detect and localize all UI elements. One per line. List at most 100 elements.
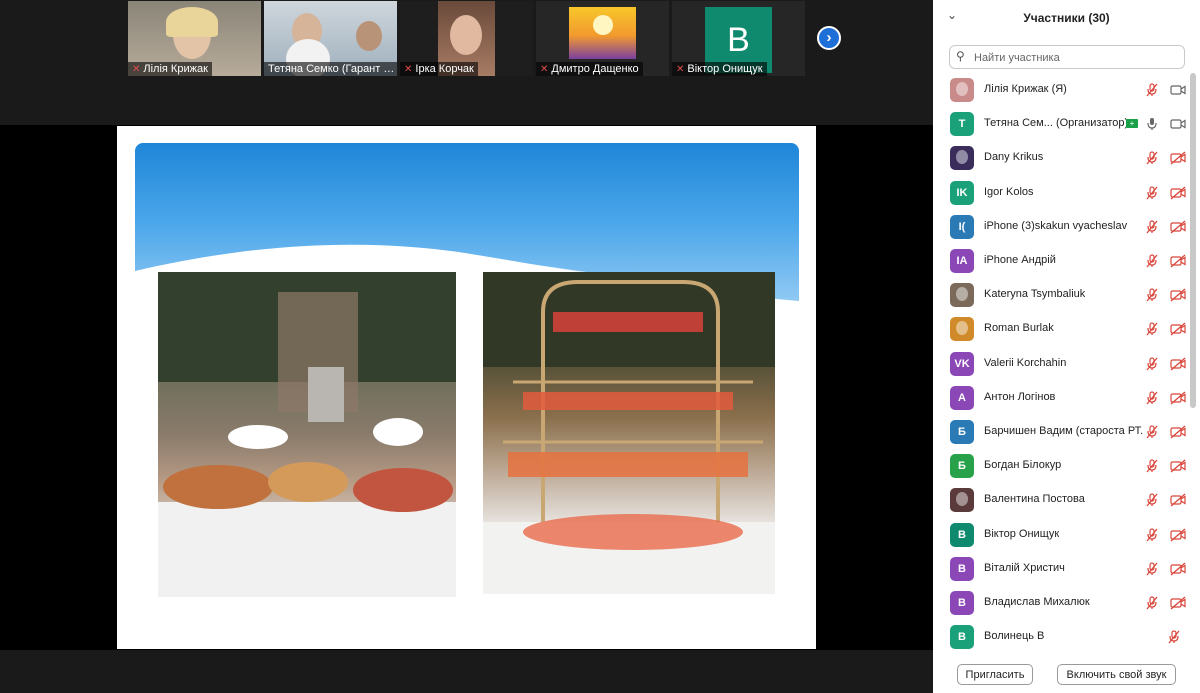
mic-muted-icon[interactable] — [1145, 596, 1159, 610]
mic-muted-icon[interactable] — [1145, 562, 1159, 576]
participant-name-text: iPhone Андрій — [984, 254, 1056, 266]
participant-row[interactable]: I( iPhone (3)skakun vyacheslav — [933, 210, 1188, 244]
participant-row[interactable]: Лілія Крижак (Я) — [933, 73, 1188, 107]
participant-name-text: Kateryna Tsymbaliuk — [984, 288, 1086, 301]
video-tile-4[interactable]: ✕ Дмитро Дащенко — [536, 1, 669, 76]
participant-row[interactable]: Dany Krikus — [933, 141, 1188, 175]
participant-avatar: Б — [950, 420, 974, 444]
mic-icon[interactable] — [1145, 117, 1159, 131]
participant-row[interactable]: IA iPhone Андрій — [933, 244, 1188, 278]
participant-row[interactable]: Т Тетяна Сем... (Организатор) + — [933, 107, 1188, 141]
next-page-button[interactable]: › — [817, 26, 841, 50]
mic-muted-icon[interactable] — [1145, 425, 1159, 439]
camera-off-icon[interactable] — [1170, 151, 1186, 165]
participant-name-text: Віктор Онищук — [984, 527, 1060, 540]
participant-row[interactable]: Kateryna Tsymbaliuk — [933, 278, 1188, 312]
participant-avatar — [950, 78, 974, 102]
participant-name: Dany Krikus — [984, 151, 1043, 163]
search-input[interactable] — [972, 48, 1181, 68]
mic-muted-icon[interactable] — [1145, 322, 1159, 336]
photo-content — [483, 272, 775, 594]
camera-off-icon[interactable] — [1170, 562, 1186, 576]
participant-avatar — [950, 488, 974, 513]
mic-muted-icon: ✕ — [540, 64, 549, 75]
participant-name: Тетяна Сем... (Организатор) — [984, 117, 1128, 129]
main-video-area: ✕Лілія Крижак Тетяна Семко (Гарант ОП ..… — [0, 0, 933, 693]
video-tile-2[interactable]: Тетяна Семко (Гарант ОП ... — [264, 1, 397, 76]
camera-icon[interactable] — [1170, 83, 1186, 97]
participant-row[interactable]: Б Богдан Білокур — [933, 449, 1188, 483]
mic-muted-icon: ✕ — [404, 64, 413, 75]
camera-off-icon[interactable] — [1170, 357, 1186, 371]
mic-muted-icon[interactable] — [1145, 527, 1159, 542]
participant-name-text: Лілія Крижак — [984, 83, 1049, 95]
mic-muted-icon[interactable] — [1145, 288, 1159, 302]
participant-row[interactable]: Roman Burlak — [933, 312, 1188, 346]
camera-icon[interactable] — [1170, 117, 1186, 131]
participant-avatar: IK — [950, 180, 974, 205]
participant-name: Roman Burlak — [984, 322, 1054, 334]
participant-row[interactable]: A Антон Логінов — [933, 381, 1188, 415]
search-box[interactable]: ⚲ — [949, 45, 1185, 69]
participant-row[interactable]: B Віктор Онищук — [933, 518, 1188, 552]
participant-row[interactable]: B Владислав Михалюк — [933, 586, 1188, 620]
participant-role: (Я) — [1051, 83, 1067, 95]
screen-share-icon: + — [1126, 119, 1138, 129]
camera-off-icon[interactable] — [1170, 220, 1186, 234]
participant-avatar: B — [950, 625, 974, 650]
participant-name: Лілія Крижак (Я) — [984, 83, 1067, 95]
camera-off-icon[interactable] — [1170, 322, 1186, 336]
mic-muted-icon[interactable] — [1167, 630, 1181, 644]
camera-off-icon[interactable] — [1170, 186, 1186, 200]
tile-name: ✕ Ірка Корчак — [400, 62, 478, 76]
sun-shape — [593, 15, 613, 35]
participant-name: Віталій Христич — [984, 562, 1065, 574]
participant-row[interactable]: B Віталій Христич — [933, 552, 1188, 586]
camera-off-icon[interactable] — [1170, 391, 1186, 405]
mic-muted-icon[interactable] — [1145, 459, 1159, 473]
participant-row[interactable]: Валентина Постова — [933, 483, 1188, 517]
mic-muted-icon[interactable] — [1145, 185, 1159, 200]
slide-photo-buffet-right — [483, 272, 775, 594]
unmute-button[interactable]: Включить свой звук — [1057, 664, 1176, 685]
camera-off-icon[interactable] — [1170, 459, 1186, 473]
mic-muted-icon[interactable] — [1145, 220, 1159, 234]
participant-name-text: Волинець В — [984, 630, 1045, 643]
participants-list: Лілія Крижак (Я) Т Тетяна Сем... (Организа… — [933, 73, 1188, 653]
camera-off-icon[interactable] — [1170, 425, 1186, 439]
participant-name-text: iPhone (3)skakun vyacheslav — [984, 219, 1128, 232]
mic-muted-icon[interactable] — [1145, 493, 1159, 507]
camera-off-icon[interactable] — [1170, 288, 1186, 302]
mic-muted-icon[interactable] — [1145, 254, 1159, 268]
participant-row[interactable]: Б Барчишен Вадим (староста РТ... — [933, 415, 1188, 449]
tile-name: Тетяна Семко (Гарант ОП ... — [264, 62, 397, 76]
participant-row[interactable]: B Волинець В — [933, 620, 1188, 653]
camera-off-icon[interactable] — [1170, 493, 1186, 507]
mic-muted-icon[interactable] — [1145, 356, 1159, 371]
search-icon: ⚲ — [956, 49, 965, 63]
participant-avatar — [950, 146, 974, 171]
participant-name: Антон Логінов — [984, 391, 1055, 403]
tile-name: ✕ Лілія Крижак — [128, 62, 212, 76]
participant-name-text: Антон Логінов — [984, 390, 1056, 403]
participant-avatar — [950, 283, 974, 308]
participant-name: Валентина Постова — [984, 493, 1085, 505]
video-strip: ✕Лілія Крижак Тетяна Семко (Гарант ОП ..… — [0, 0, 933, 125]
video-tile-3[interactable]: ✕ Ірка Корчак — [400, 1, 533, 76]
participant-name: Kateryna Tsymbaliuk — [984, 288, 1085, 300]
video-tile-5[interactable]: B ✕ Віктор Онищук — [672, 1, 805, 76]
camera-off-icon[interactable] — [1170, 596, 1186, 610]
camera-off-icon[interactable] — [1170, 254, 1186, 268]
participant-avatar: I( — [950, 214, 974, 239]
invite-button[interactable]: Пригласить — [957, 664, 1033, 685]
scrollbar[interactable] — [1190, 73, 1196, 408]
participant-row[interactable]: IK Igor Kolos — [933, 176, 1188, 210]
mic-muted-icon[interactable] — [1145, 391, 1159, 405]
participant-name: Барчишен Вадим (староста РТ... — [984, 425, 1144, 437]
video-tile-1[interactable]: ✕ Лілія Крижак — [128, 1, 261, 76]
participant-row[interactable]: VK Valerii Korchahin — [933, 347, 1188, 381]
camera-off-icon[interactable] — [1170, 528, 1186, 542]
participant-name: Igor Kolos — [984, 186, 1034, 198]
mic-muted-icon[interactable] — [1145, 151, 1159, 165]
mic-muted-icon[interactable] — [1145, 83, 1159, 97]
